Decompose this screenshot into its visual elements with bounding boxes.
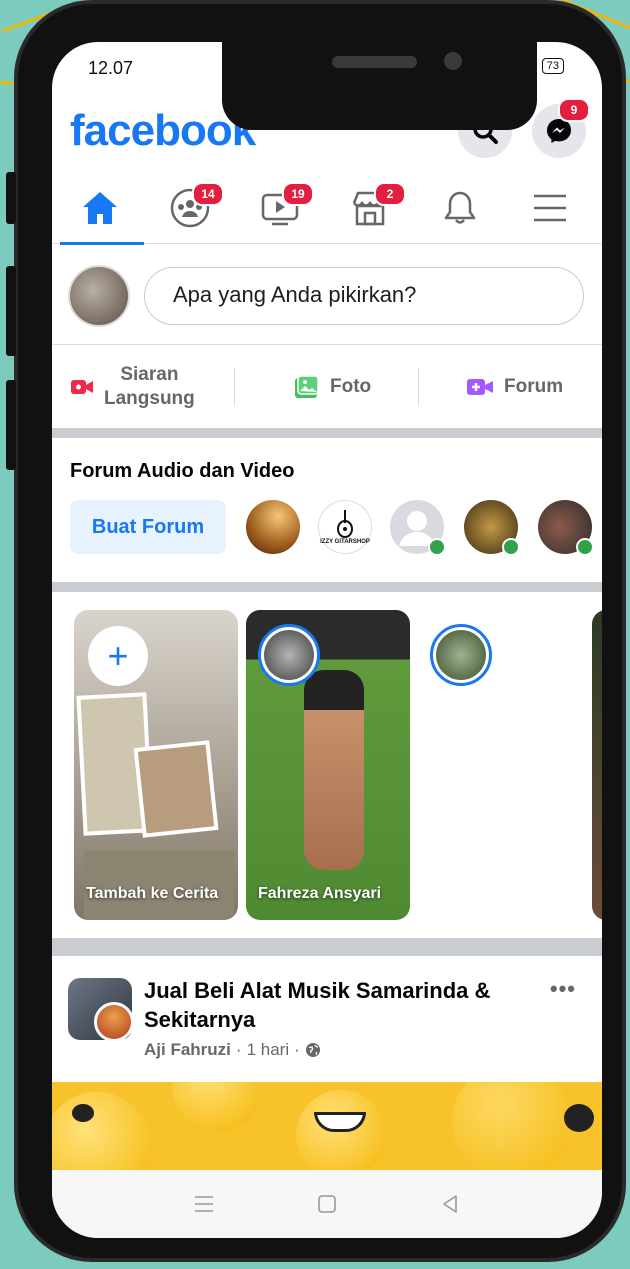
add-story-button[interactable]: +: [88, 626, 148, 686]
composer-actions: Siaran Langsung Foto Forum: [52, 346, 602, 428]
home-square-icon[interactable]: [316, 1193, 338, 1215]
back-triangle-icon[interactable]: [439, 1193, 461, 1215]
phone-side-button: [6, 172, 16, 224]
online-indicator: [428, 538, 446, 556]
post-options-button[interactable]: •••: [550, 976, 576, 1002]
online-indicator: [576, 538, 594, 556]
battery-indicator: 73: [541, 58, 564, 74]
front-camera: [444, 52, 462, 70]
action-separator-2: [418, 368, 419, 406]
bell-icon: [444, 191, 476, 224]
meta-separator: ·: [235, 1040, 242, 1059]
create-story-card[interactable]: + Tambah ke Cerita: [74, 610, 238, 920]
marketplace-badge: 2: [374, 182, 406, 206]
section-divider: [52, 428, 602, 438]
online-indicator: [502, 538, 520, 556]
tab-groups[interactable]: 14: [146, 172, 234, 244]
photo-icon: [295, 375, 319, 398]
room-contact-avatar[interactable]: IZZY GITARSHOP: [318, 500, 372, 554]
speaker: [332, 56, 417, 68]
live-label-line1: Siaran: [120, 364, 179, 385]
phone-screen: 12.07 73 facebook 9 14 19 2 Apa yang And…: [52, 42, 602, 1238]
live-label-line2: Langsung: [104, 388, 195, 409]
story-card[interactable]: Fahreza Ansyari: [246, 610, 410, 920]
emoji-shape: [452, 1082, 572, 1172]
phone-volume-up: [6, 266, 16, 356]
section-divider: [52, 582, 602, 592]
system-nav-bar: [52, 1170, 602, 1238]
messenger-badge: 9: [558, 98, 590, 122]
tab-watch[interactable]: 19: [236, 172, 324, 244]
emoji-eye: [564, 1104, 594, 1132]
messenger-button[interactable]: 9: [532, 98, 590, 158]
tab-menu[interactable]: [506, 172, 594, 244]
tab-marketplace[interactable]: 2: [326, 172, 414, 244]
author-avatar[interactable]: [94, 1002, 134, 1042]
hamburger-menu-icon: [534, 194, 566, 222]
story-owner-avatar: [430, 624, 492, 686]
status-time: 12.07: [88, 58, 134, 78]
room-video-icon: [467, 379, 493, 395]
live-video-icon: [71, 380, 93, 394]
story-owner-avatar: [258, 624, 320, 686]
action-separator: [234, 368, 235, 406]
emoji-eye: [72, 1104, 94, 1122]
guitar-logo-icon: [337, 510, 353, 538]
post-image[interactable]: [52, 1082, 602, 1172]
room-contact-avatar[interactable]: [390, 500, 446, 556]
recent-apps-icon[interactable]: [193, 1194, 215, 1214]
story-legs: [304, 670, 364, 870]
rooms-title: Forum Audio dan Video: [70, 460, 295, 482]
post-author[interactable]: Aji Fahruzi: [144, 1040, 231, 1060]
story-owner-name: Fahreza Ansyari: [258, 885, 382, 902]
tab-home[interactable]: [56, 172, 144, 245]
story-card-partial[interactable]: [592, 610, 602, 920]
post-composer: Apa yang Anda pikirkan?: [52, 245, 602, 345]
profile-avatar[interactable]: [68, 265, 130, 327]
story-card[interactable]: [418, 610, 582, 920]
groups-badge: 14: [192, 182, 224, 206]
phone-volume-down: [6, 380, 16, 470]
room-contact-avatar[interactable]: [464, 500, 520, 556]
photo-label: Foto: [330, 376, 372, 397]
live-label: Siaran Langsung: [104, 363, 195, 411]
forum-label: Forum: [504, 376, 564, 397]
live-button[interactable]: Siaran Langsung: [70, 346, 195, 428]
watch-badge: 19: [282, 182, 314, 206]
forum-button[interactable]: Forum: [466, 346, 563, 428]
emoji-shape: [52, 1092, 152, 1172]
section-divider: [52, 938, 602, 956]
guitar-shop-logo-text: IZZY GITARSHOP: [320, 539, 370, 545]
main-nav: 14 19 2: [52, 172, 602, 245]
status-input[interactable]: Apa yang Anda pikirkan?: [144, 267, 584, 325]
notch: [222, 42, 537, 130]
photo-button[interactable]: Foto: [294, 346, 371, 428]
post-group-name[interactable]: Jual Beli Alat Musik Samarinda & Sekitar…: [144, 976, 534, 1034]
room-contact-avatar[interactable]: [246, 500, 300, 554]
post-meta: Aji Fahruzi · 1 hari ·: [144, 1040, 321, 1060]
rooms-section: Forum Audio dan Video Buat Forum IZZY GI…: [52, 438, 602, 582]
home-icon: [83, 192, 117, 224]
feed-post: Jual Beli Alat Musik Samarinda & Sekitar…: [52, 958, 602, 1082]
post-time[interactable]: 1 hari: [247, 1040, 290, 1060]
story-photo-collage: [133, 740, 219, 838]
globe-icon: [305, 1043, 320, 1057]
create-story-label: Tambah ke Cerita: [86, 885, 219, 902]
meta-separator: ·: [294, 1040, 300, 1059]
stories-tray: + Tambah ke Cerita Fahreza Ansyari: [52, 592, 602, 938]
emoji-shape: [172, 1082, 262, 1132]
create-room-button[interactable]: Buat Forum: [70, 500, 226, 554]
tab-notifications[interactable]: [416, 172, 504, 244]
room-contact-avatar[interactable]: [538, 500, 594, 556]
